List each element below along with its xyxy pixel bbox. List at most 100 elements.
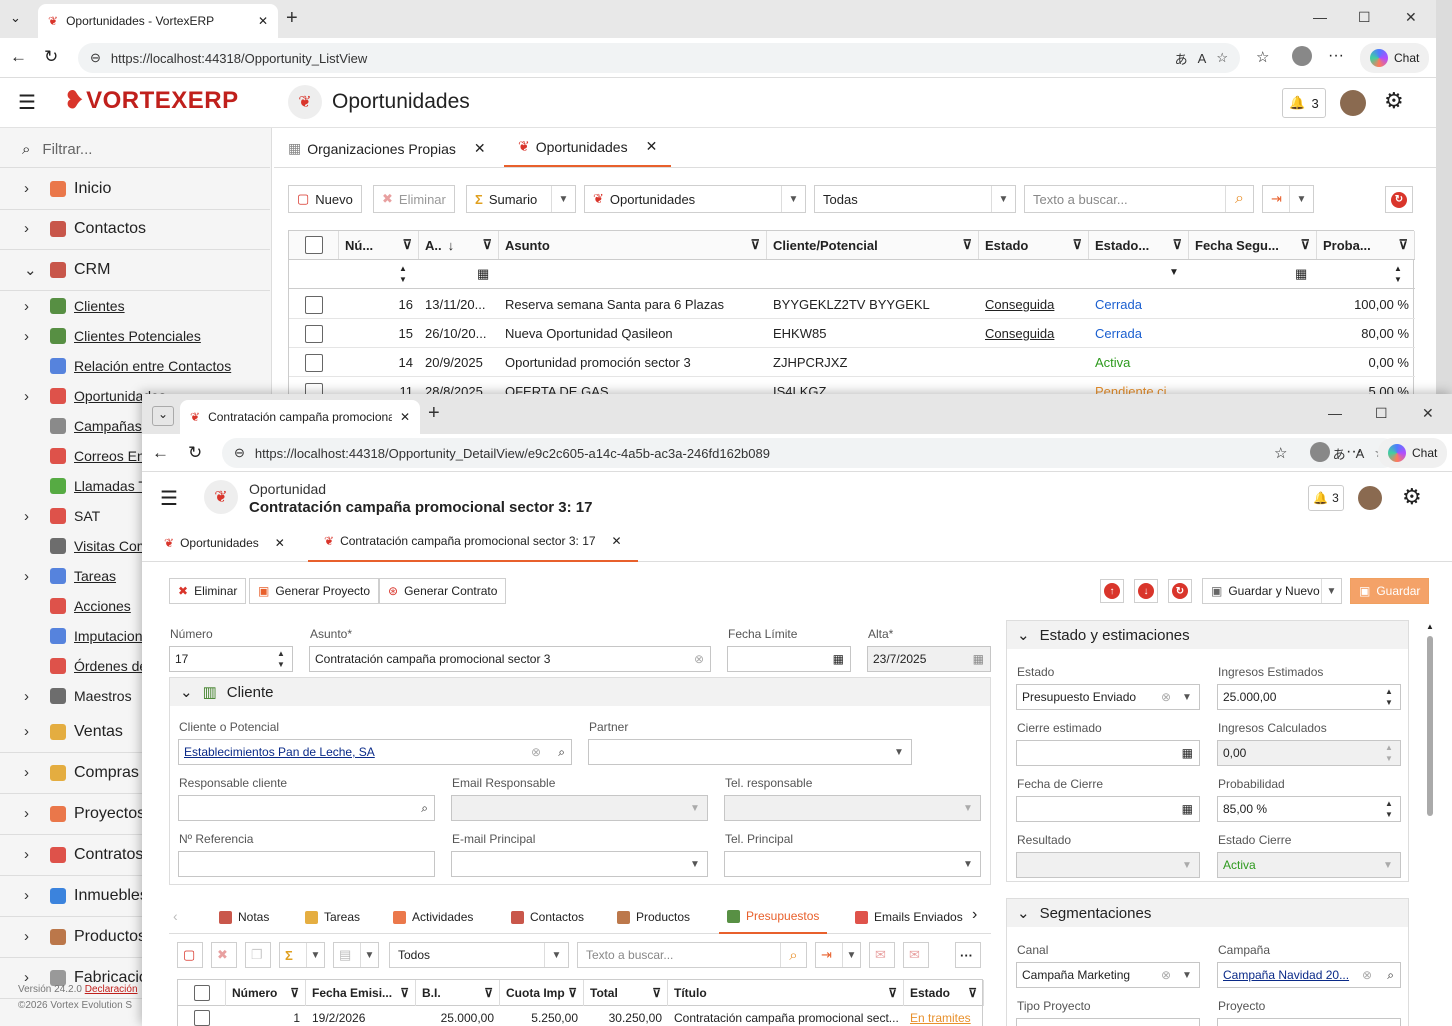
column-header[interactable]: Total ⊽ [584, 980, 668, 1006]
tel-responsable-field[interactable]: ▼ [724, 795, 981, 821]
back-icon[interactable]: ← [10, 47, 27, 67]
tab-current-record[interactable]: ❦ Contratación campaña promocional secto… [308, 522, 638, 562]
profile-icon[interactable] [1310, 442, 1330, 462]
estado-field[interactable]: Presupuesto Enviado ⊗ ▼ [1016, 684, 1200, 710]
asunto-field[interactable]: Contratación campaña promocional sector … [309, 646, 711, 672]
referencia-field[interactable] [178, 851, 435, 877]
cierre-estimado-field[interactable]: ▦ [1016, 740, 1200, 766]
close-window-icon[interactable]: ✕ [1405, 9, 1417, 26]
fecha-cierre-field[interactable]: ▦ [1016, 796, 1200, 822]
clear-icon[interactable]: ⊗ [1161, 968, 1171, 982]
chevron-down-icon[interactable]: ▼ [544, 943, 568, 967]
subtab[interactable]: Productos [609, 900, 698, 934]
filter-icon[interactable]: ⊽ [290, 986, 299, 1000]
filter-icon[interactable]: ⊽ [482, 237, 492, 253]
sub-delete-button[interactable]: ✖ [211, 942, 237, 968]
calendar-icon[interactable]: ▦ [477, 266, 489, 282]
table-row[interactable]: 16 13/11/20... Reserva semana Santa para 6… [289, 290, 1415, 319]
resultado-field[interactable]: ▼ [1016, 852, 1200, 878]
chevron-down-icon[interactable]: ▼ [956, 852, 980, 876]
chevron-down-icon[interactable]: ▼ [306, 943, 324, 967]
export-button[interactable]: ⇥ ▼ [1262, 185, 1314, 213]
new-tab-icon[interactable]: + [286, 7, 298, 30]
minimize-icon[interactable]: — [1328, 405, 1342, 421]
filter-icon[interactable]: ⊽ [568, 986, 577, 1000]
subtab[interactable]: Presupuestos [719, 900, 828, 934]
column-header[interactable]: Título ⊽ [668, 980, 904, 1006]
chevron-down-icon[interactable]: ▼ [551, 186, 575, 212]
sidebar-search[interactable]: ⌕ Filtrar... [0, 132, 270, 168]
chevron-down-icon[interactable]: ▼ [1376, 853, 1400, 877]
column-header[interactable]: Número ⊽ [226, 980, 306, 1006]
email-responsable-field[interactable]: ▼ [451, 795, 708, 821]
close-tab-icon[interactable]: ✕ [258, 14, 268, 28]
close-tab-icon[interactable]: ✕ [275, 536, 285, 550]
chevron-right-icon[interactable]: › [972, 906, 977, 924]
row-checkbox[interactable] [305, 295, 323, 314]
tab-list-chevron-icon[interactable]: ⌄ [152, 406, 174, 426]
sub-copy-button[interactable]: ❐ [245, 942, 271, 968]
column-header[interactable]: Asunto ⊽ [499, 231, 767, 259]
delete-button[interactable]: ✖ Eliminar [169, 578, 247, 604]
tab-oportunidades[interactable]: ❦ Oportunidades ✕ [164, 536, 285, 550]
chevron-down-icon[interactable]: ▼ [991, 186, 1015, 212]
responsable-field[interactable]: ⌕ [178, 795, 435, 821]
translate-icon[interactable]: あ [1175, 49, 1188, 68]
filter-icon[interactable]: ⊽ [652, 986, 661, 1000]
column-header[interactable]: Cliente/Potencial ⊽ [767, 231, 979, 259]
delete-button[interactable]: ✖ Eliminar [373, 185, 455, 213]
subtab[interactable]: Tareas [297, 900, 368, 934]
row-checkbox[interactable] [305, 353, 323, 372]
app-logo[interactable]: ❥ VORTEXERP [64, 86, 239, 115]
ingresos-calculados-field[interactable]: 0,00 ▲ ▼ [1217, 740, 1401, 766]
notifications-button[interactable]: 🔔 3 [1308, 485, 1344, 511]
sidebar-item[interactable]: › Inicio [0, 168, 270, 209]
more-icon[interactable]: ··· [1328, 47, 1344, 65]
chat-button[interactable]: Chat [1378, 438, 1448, 468]
search-input[interactable]: Texto a buscar... ⌕ [1024, 185, 1254, 213]
close-tab-icon[interactable]: ✕ [474, 140, 486, 157]
sidebar-item[interactable]: › Contactos [0, 208, 270, 249]
search-icon[interactable]: ⌕ [780, 943, 806, 967]
chevron-down-icon[interactable]: ▼ [683, 796, 707, 820]
chevron-down-icon[interactable]: ▼ [1321, 579, 1341, 603]
clear-icon[interactable]: ⊗ [1161, 690, 1171, 704]
spin-icon[interactable]: ▲ ▼ [1394, 263, 1402, 285]
gear-icon[interactable]: ⚙ [1402, 484, 1422, 510]
calendar-icon[interactable]: ▦ [973, 652, 984, 666]
alta-field[interactable]: 23/7/2025 ▦ [867, 646, 991, 672]
column-header[interactable]: Estado ⊽ [979, 231, 1089, 259]
refresh-button[interactable]: ↻ [1168, 579, 1192, 603]
column-header[interactable]: Cuota Imp ⊽ [500, 980, 584, 1006]
tab-oportunidades[interactable]: ❦ Oportunidades ✕ [504, 128, 672, 167]
filter-icon[interactable]: ⊽ [888, 986, 897, 1000]
notifications-button[interactable]: 🔔 3 [1282, 88, 1326, 118]
filter-icon[interactable]: ⊽ [750, 237, 760, 253]
generate-project-button[interactable]: ▣ Generar Proyecto [249, 578, 380, 604]
translate-icon[interactable]: あ [1333, 444, 1346, 463]
refresh-button[interactable]: ↻ [1385, 186, 1413, 213]
close-tab-icon[interactable]: ✕ [400, 410, 410, 424]
select-all-checkbox[interactable] [304, 236, 323, 254]
column-header[interactable]: Proba... ⊽ [1317, 231, 1415, 259]
sub-mail-send-button[interactable]: ✉ [903, 942, 929, 968]
chevron-down-icon[interactable]: ▼ [842, 943, 860, 967]
canal-field[interactable]: Campaña Marketing ⊗ ▼ [1016, 962, 1200, 988]
sub-summary-button[interactable]: Σ ▼ [279, 942, 325, 968]
sub-mail-button[interactable]: ✉ [869, 942, 895, 968]
hamburger-menu-icon[interactable]: ☰ [160, 486, 178, 511]
chevron-down-icon[interactable]: ▼ [1175, 853, 1199, 877]
probabilidad-field[interactable]: 85,00 % ▲ ▼ [1217, 796, 1401, 822]
filter-icon[interactable]: ⊽ [1172, 237, 1182, 253]
column-header[interactable]: Estado ⊽ [904, 980, 984, 1006]
sub-new-button[interactable]: ▢ [177, 942, 203, 968]
search-lookup-icon[interactable]: ⌕ [421, 801, 428, 816]
spin-icon[interactable]: ▲ ▼ [399, 263, 407, 285]
sort-desc-icon[interactable]: ↓ [448, 238, 455, 253]
estado-cierre-field[interactable]: Activa ▼ [1217, 852, 1401, 878]
filter-icon[interactable]: ⊽ [400, 986, 409, 1000]
favorite-star-icon[interactable]: ☆ [1216, 50, 1228, 66]
clear-icon[interactable]: ⊗ [1362, 968, 1372, 982]
calendar-icon[interactable]: ▦ [1295, 266, 1307, 282]
refresh-icon[interactable]: ↻ [188, 443, 202, 463]
